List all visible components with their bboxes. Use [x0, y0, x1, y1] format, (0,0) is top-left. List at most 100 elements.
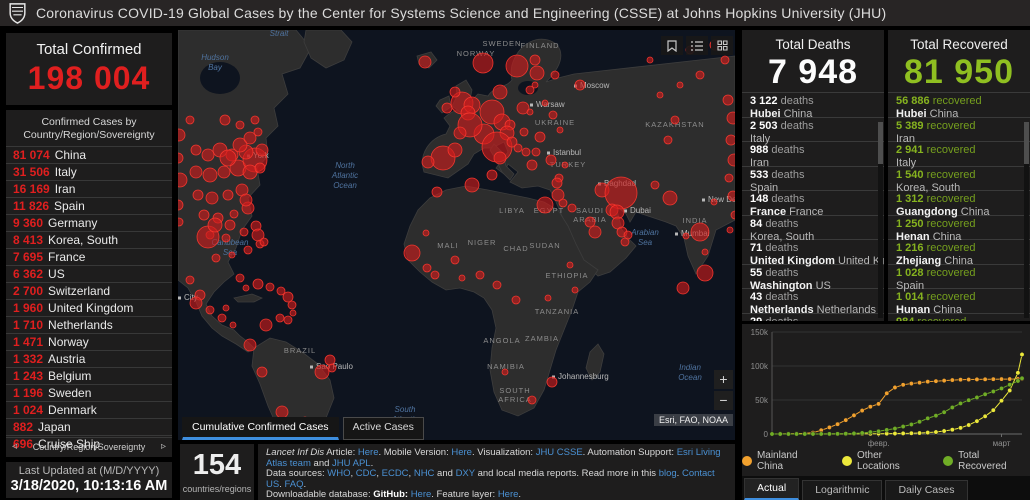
case-bubble[interactable]: [677, 82, 683, 88]
case-bubble[interactable]: [562, 162, 568, 168]
case-bubble[interactable]: [697, 265, 713, 281]
recovered-row[interactable]: 1 216 recoveredZhejiang China: [888, 239, 1030, 264]
case-bubble[interactable]: [244, 246, 252, 254]
data-point[interactable]: [893, 385, 897, 389]
case-bubble[interactable]: [696, 71, 704, 79]
case-bubble[interactable]: [465, 178, 479, 192]
data-point[interactable]: [926, 379, 930, 383]
case-bubble[interactable]: [726, 135, 735, 145]
death-row[interactable]: 71 deathsUnited Kingdom United Kingdom: [742, 239, 884, 264]
confirmed-row[interactable]: 1 243Belgium: [6, 367, 172, 384]
data-point[interactable]: [967, 377, 971, 381]
data-point[interactable]: [991, 377, 995, 381]
data-point[interactable]: [803, 432, 807, 436]
death-row[interactable]: 84 deaths Korea, South: [742, 215, 884, 240]
data-point[interactable]: [876, 429, 880, 433]
case-bubble[interactable]: [528, 396, 536, 404]
death-row[interactable]: 148 deathsFrance France: [742, 190, 884, 215]
case-bubble[interactable]: [476, 271, 484, 279]
info-link[interactable]: JHU APL: [332, 458, 371, 469]
data-point[interactable]: [983, 414, 987, 418]
case-bubble[interactable]: [723, 95, 733, 105]
data-point[interactable]: [975, 395, 979, 399]
case-bubble[interactable]: [423, 230, 429, 236]
data-point[interactable]: [1020, 376, 1024, 380]
data-point[interactable]: [934, 379, 938, 383]
data-point[interactable]: [909, 381, 913, 385]
map-tab[interactable]: Active Cases: [343, 417, 424, 440]
case-bubble[interactable]: [432, 187, 442, 197]
confirmed-row[interactable]: 9 360Germany: [6, 214, 172, 231]
case-bubble[interactable]: [493, 85, 507, 99]
chart-tab[interactable]: Daily Cases: [885, 480, 967, 500]
case-bubble[interactable]: [230, 322, 236, 328]
info-link[interactable]: Here: [451, 447, 472, 458]
case-bubble[interactable]: [266, 283, 274, 291]
case-bubble[interactable]: [328, 364, 336, 372]
confirmed-row[interactable]: 7 695France: [6, 248, 172, 265]
case-bubble[interactable]: [212, 254, 220, 262]
case-bubble[interactable]: [651, 181, 659, 189]
data-point[interactable]: [819, 432, 823, 436]
case-bubble[interactable]: [442, 103, 452, 113]
case-bubble[interactable]: [186, 116, 194, 124]
data-point[interactable]: [827, 425, 831, 429]
info-link[interactable]: ECDC: [382, 468, 409, 479]
case-bubble[interactable]: [537, 197, 553, 213]
case-bubble[interactable]: [223, 190, 233, 200]
case-bubble[interactable]: [240, 228, 248, 236]
case-bubble[interactable]: [552, 178, 562, 188]
world-map[interactable]: StraitHudsonBayNorthAtlanticOceanCaribbe…: [178, 30, 735, 440]
data-point[interactable]: [1016, 371, 1020, 375]
info-link[interactable]: WHO: [327, 468, 350, 479]
case-bubble[interactable]: [202, 149, 214, 161]
case-bubble[interactable]: [657, 92, 663, 98]
case-bubble[interactable]: [506, 55, 528, 77]
confirmed-row[interactable]: 2 700Switzerland: [6, 282, 172, 299]
info-link[interactable]: NHC: [414, 468, 435, 479]
case-bubble[interactable]: [514, 144, 522, 152]
case-bubble[interactable]: [404, 245, 420, 261]
data-point[interactable]: [991, 408, 995, 412]
data-point[interactable]: [942, 410, 946, 414]
case-bubble[interactable]: [711, 199, 717, 205]
case-bubble[interactable]: [448, 143, 462, 157]
case-bubble[interactable]: [236, 274, 244, 282]
case-bubble[interactable]: [522, 148, 530, 156]
case-bubble[interactable]: [240, 194, 252, 206]
data-point[interactable]: [901, 383, 905, 387]
recovered-row[interactable]: 1 250 recoveredHenan China: [888, 215, 1030, 240]
case-bubble[interactable]: [206, 192, 218, 204]
data-point[interactable]: [934, 413, 938, 417]
case-bubble[interactable]: [721, 56, 729, 64]
data-point[interactable]: [885, 391, 889, 395]
data-point[interactable]: [901, 424, 905, 428]
case-bubble[interactable]: [325, 355, 335, 365]
case-bubble[interactable]: [208, 218, 222, 232]
case-bubble[interactable]: [530, 55, 540, 65]
case-bubble[interactable]: [218, 166, 230, 178]
recovered-row[interactable]: 1 028 recovered Spain: [888, 264, 1030, 289]
info-link[interactable]: CDC: [356, 468, 377, 479]
info-link[interactable]: JHU CSSE: [536, 447, 583, 458]
pager-next-icon[interactable]: ▹: [161, 441, 166, 452]
info-link[interactable]: DXY: [456, 468, 475, 479]
data-point[interactable]: [835, 422, 839, 426]
case-bubble[interactable]: [559, 199, 567, 207]
case-bubble[interactable]: [191, 145, 201, 155]
data-point[interactable]: [1008, 388, 1012, 392]
data-point[interactable]: [770, 432, 774, 436]
confirmed-row[interactable]: 1 710Netherlands: [6, 316, 172, 333]
data-point[interactable]: [926, 430, 930, 434]
case-bubble[interactable]: [454, 127, 466, 139]
data-point[interactable]: [917, 431, 921, 435]
case-bubble[interactable]: [260, 238, 268, 246]
case-bubble[interactable]: [190, 297, 202, 309]
map-canvas[interactable]: StraitHudsonBayNorthAtlanticOceanCaribbe…: [178, 30, 735, 440]
case-bubble[interactable]: [527, 109, 533, 115]
death-row[interactable]: 3 122 deathsHubei China: [742, 92, 884, 117]
case-bubble[interactable]: [671, 116, 679, 124]
case-bubble[interactable]: [520, 128, 528, 136]
data-point[interactable]: [967, 398, 971, 402]
case-bubble[interactable]: [257, 367, 267, 377]
